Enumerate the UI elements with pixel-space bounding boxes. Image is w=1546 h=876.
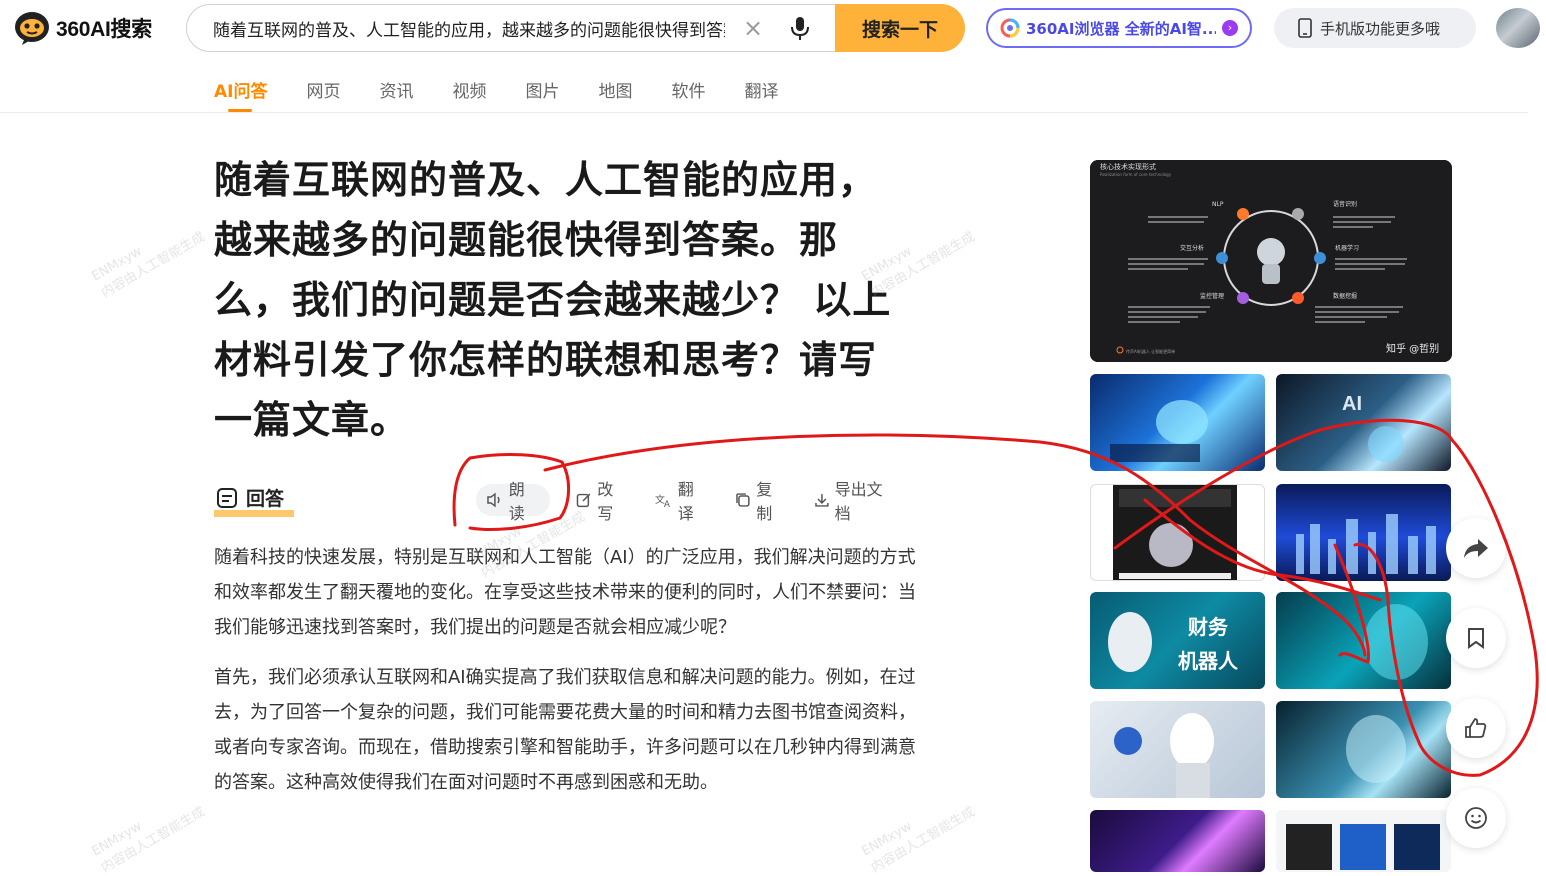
featured-label-ml: 机器学习 (1335, 244, 1359, 252)
read-aloud-label: 朗读 (508, 480, 525, 523)
featured-subtitle: Realization form of core technology (1100, 172, 1172, 177)
logo[interactable]: 360AI搜索 (14, 10, 152, 46)
thumb-image[interactable] (1276, 810, 1451, 872)
thumb-image[interactable] (1090, 484, 1265, 581)
featured-label-speech: 语音识别 (1333, 200, 1357, 208)
thumb-image[interactable]: AI (1276, 374, 1451, 471)
mobile-version-label: 手机版功能更多哦 (1320, 19, 1441, 38)
svg-text:机器人: 机器人 (1178, 649, 1239, 673)
thumb-image[interactable]: 财务 机器人 (1090, 592, 1265, 689)
browser-logo-icon (1000, 18, 1020, 38)
featured-label-monitor: 监控管理 (1200, 292, 1224, 300)
featured-label-nlp: NLP (1212, 201, 1224, 208)
tab-translate[interactable]: 翻译 (744, 72, 778, 112)
avatar[interactable] (1496, 8, 1540, 48)
thumb-ai-text: AI (1342, 393, 1362, 415)
search-input[interactable] (213, 5, 725, 51)
copy-icon (736, 493, 750, 507)
tab-web[interactable]: 网页 (306, 72, 340, 112)
answer-paragraph: 首先，我们必须承认互联网和AI确实提高了我们获取信息和解决问题的能力。例如，在过… (214, 667, 916, 793)
thumb-image[interactable] (1090, 810, 1265, 872)
thumb-image[interactable] (1090, 374, 1265, 471)
tab-images[interactable]: 图片 (525, 72, 559, 112)
watermark: ENMxyw 内容由人工智能生成 (89, 804, 208, 876)
microphone-icon[interactable] (787, 15, 813, 43)
share-icon (1464, 539, 1488, 558)
search-button[interactable]: 搜索一下 (835, 4, 965, 52)
translate-icon: 文 A (655, 493, 670, 508)
translate-button[interactable]: 文 A 翻译 (655, 480, 709, 523)
chevron-right-icon: › (1222, 20, 1238, 36)
tab-news[interactable]: 资讯 (379, 72, 413, 112)
thumb-image[interactable] (1276, 701, 1451, 798)
header-divider (0, 112, 1528, 113)
browser-promo-button[interactable]: 360AI浏览器 全新的AI智... › (986, 8, 1252, 48)
search-tabs: AI问答 网页 资讯 视频 图片 地图 软件 翻译 (214, 72, 817, 112)
speaker-icon (487, 492, 500, 508)
featured-credit: 知乎 @哲别 (1386, 342, 1439, 355)
thumb-image[interactable] (1090, 701, 1265, 798)
svg-text:A: A (664, 500, 670, 508)
phone-icon (1298, 18, 1312, 38)
tab-map[interactable]: 地图 (598, 72, 632, 112)
mobile-version-button[interactable]: 手机版功能更多哦 (1274, 8, 1476, 48)
feedback-smile-icon (1465, 807, 1487, 829)
featured-label-data: 数据挖掘 (1333, 292, 1357, 300)
thumb-image[interactable] (1276, 484, 1451, 581)
feedback-button[interactable] (1446, 788, 1506, 848)
bookmark-button[interactable] (1446, 608, 1506, 668)
top-bar: 360AI搜索 × 搜索一下 360AI浏览器 全新的AI智... › 手机版功… (0, 0, 1546, 60)
featured-title: 核心技术实现形式 (1100, 162, 1156, 171)
svg-text:财务: 财务 (1188, 615, 1229, 639)
tab-software[interactable]: 软件 (671, 72, 705, 112)
answer-heading: 回答 (213, 484, 295, 517)
close-icon[interactable]: × (741, 16, 765, 40)
copy-label: 复制 (756, 480, 773, 523)
export-doc-button[interactable]: 导出文档 (814, 480, 898, 523)
answer-heading-label: 回答 (246, 488, 285, 510)
translate-label: 翻译 (677, 480, 694, 523)
featured-image[interactable]: 核心技术实现形式 Realization form of core techno… (1090, 160, 1452, 362)
like-button[interactable] (1446, 698, 1506, 758)
export-doc-label: 导出文档 (834, 480, 883, 523)
answer-paragraph: 随着科技的快速发展，特别是互联网和人工智能（AI）的广泛应用，我们解决问题的方式… (214, 547, 916, 638)
question-title: 随着互联网的普及、人工智能的应用，越来越多的问题能很快得到答案。那么，我们的问题… (214, 158, 892, 442)
watermark: ENMxyw 内容由人工智能生成 (89, 229, 208, 301)
answer-header: 回答 朗读 改写 文 A 翻译 复制 导出文档 (213, 478, 924, 523)
answer-body: 随着科技的快速发展，特别是互联网和人工智能（AI）的广泛应用，我们解决问题的方式… (214, 540, 920, 815)
featured-footer: 传声AI机器人 让智能更简单 (1126, 348, 1175, 354)
rewrite-label: 改写 (597, 480, 614, 523)
download-icon (815, 494, 829, 507)
tab-ai-answer[interactable]: AI问答 (214, 72, 267, 112)
answer-toolbar: 朗读 改写 文 A 翻译 复制 导出文档 (476, 480, 924, 523)
tab-video[interactable]: 视频 (452, 72, 486, 112)
rewrite-button[interactable]: 改写 (576, 480, 628, 523)
promo-label: 360AI浏览器 全新的AI智... (1026, 19, 1216, 38)
logo-text: 360AI搜索 (56, 18, 152, 41)
read-aloud-button[interactable]: 朗读 (476, 480, 551, 523)
share-button[interactable] (1446, 518, 1506, 578)
thumbs-up-icon (1465, 718, 1487, 738)
answer-doc-icon (217, 487, 237, 508)
bookmark-icon (1468, 628, 1484, 649)
edit-icon (577, 493, 591, 508)
logo-icon (14, 11, 50, 45)
featured-label-interaction: 交互分析 (1180, 244, 1204, 252)
copy-button[interactable]: 复制 (735, 480, 787, 523)
thumb-image[interactable] (1276, 592, 1451, 689)
